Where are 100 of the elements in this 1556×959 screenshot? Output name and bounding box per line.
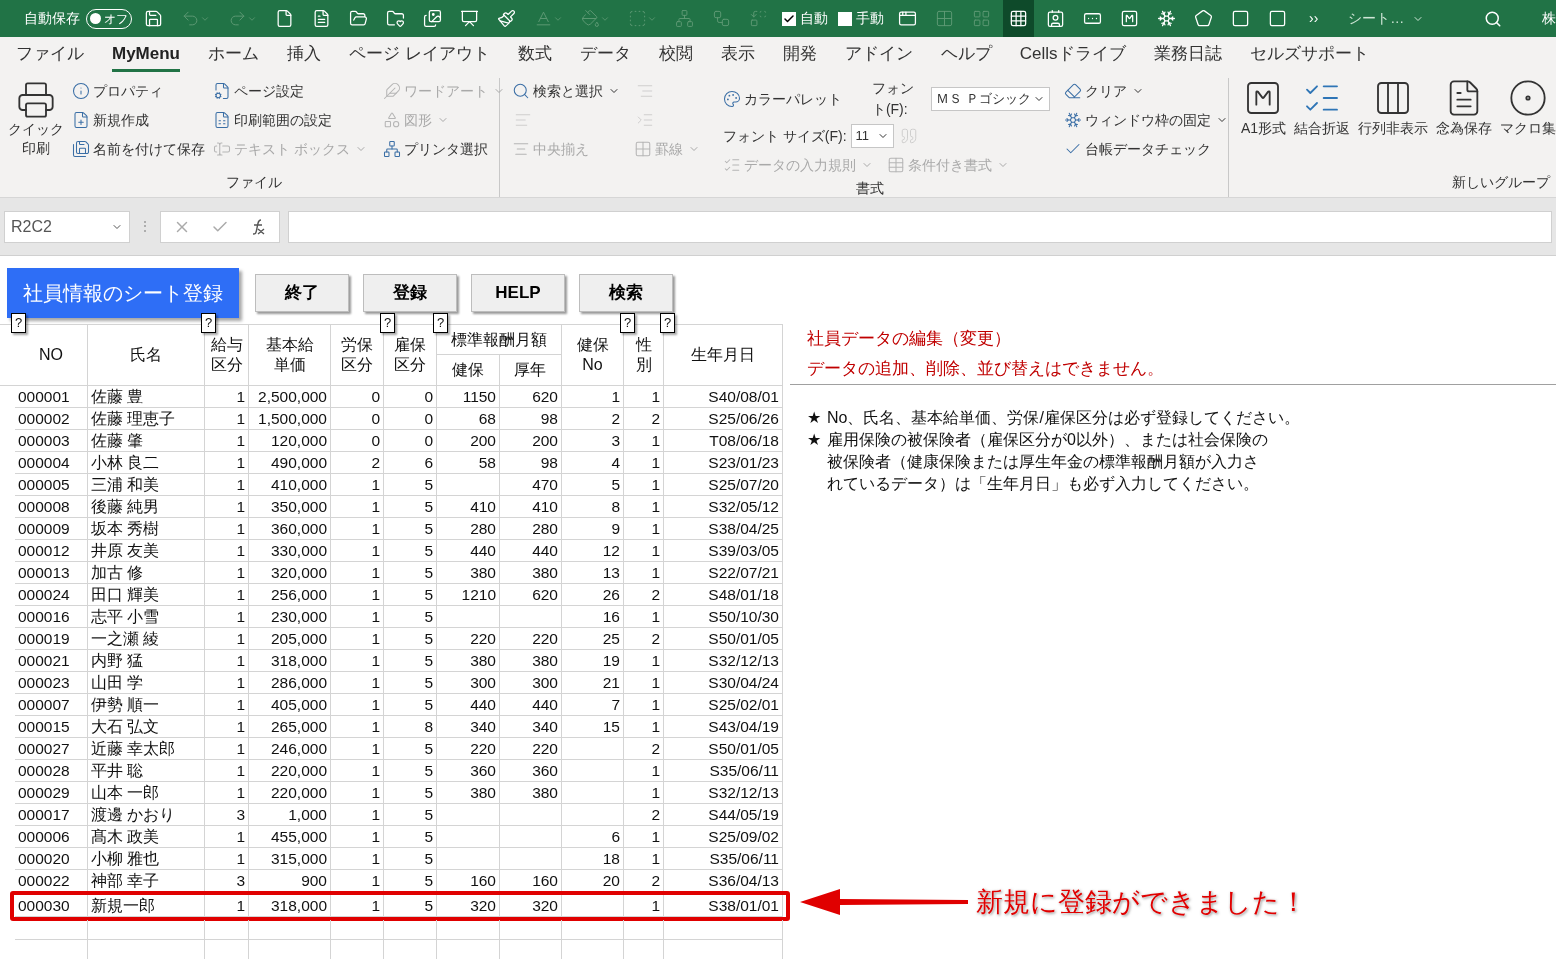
ribbon-button[interactable]: プリンタ選択 bbox=[382, 136, 505, 162]
sheet-button[interactable]: HELP bbox=[471, 274, 565, 312]
table-cell: 280 bbox=[500, 518, 562, 540]
ribbon-tab[interactable]: 業務日誌 bbox=[1153, 40, 1222, 72]
palette-button[interactable]: カラーパレット bbox=[722, 86, 842, 112]
table-cell: 1 bbox=[205, 738, 249, 760]
ribbon-tab[interactable]: 表示 bbox=[720, 40, 755, 72]
table-cell bbox=[500, 920, 562, 940]
ribbon-button[interactable]: 新規作成 bbox=[72, 107, 205, 133]
printer-network-icon bbox=[382, 140, 401, 158]
ribbon-large-button[interactable]: 行列非表示 bbox=[1358, 78, 1428, 172]
note-text: 被保険者（健康保険または厚生年金の標準報酬月額が入力さ bbox=[827, 452, 1260, 472]
sheet-button[interactable]: 登録 bbox=[363, 274, 457, 312]
table-cell: 5 bbox=[384, 870, 437, 892]
more-label[interactable]: ›› bbox=[1299, 8, 1329, 29]
formula-input[interactable] bbox=[288, 210, 1552, 243]
title-button[interactable]: 社員情報のシート登録 bbox=[7, 268, 239, 318]
ribbon-tab[interactable]: 挿入 bbox=[287, 40, 321, 72]
table-cell: 1 bbox=[331, 804, 384, 826]
find-select-button[interactable]: 検索と選択 bbox=[512, 78, 620, 104]
freeze-panes-button[interactable]: ウィンドウ枠の固定 bbox=[1063, 107, 1228, 133]
ribbon-tab[interactable]: ホーム bbox=[208, 40, 259, 72]
table-cell: 1 bbox=[331, 826, 384, 848]
table-cell: 1 bbox=[624, 386, 664, 408]
checkbox[interactable]: 自動 bbox=[780, 8, 830, 29]
table-cell: 350,000 bbox=[249, 496, 331, 518]
help-marker[interactable]: ? bbox=[201, 313, 217, 333]
table-cell: 360,000 bbox=[249, 518, 331, 540]
table-cell: 髙木 政美 bbox=[88, 826, 205, 848]
table-cell: 000020 bbox=[15, 848, 88, 870]
table-cell: 318,000 bbox=[249, 895, 331, 917]
table-cell: S50/01/05 bbox=[664, 738, 783, 760]
table-cell bbox=[500, 804, 562, 826]
data-check-button[interactable]: 台帳データチェック bbox=[1063, 136, 1228, 162]
table-cell: 1 bbox=[205, 672, 249, 694]
help-marker[interactable]: ? bbox=[11, 313, 27, 333]
help-marker[interactable]: ? bbox=[380, 313, 396, 333]
search-icon[interactable] bbox=[1484, 9, 1503, 28]
ribbon-tab[interactable]: 校閲 bbox=[658, 40, 693, 72]
help-marker[interactable]: ? bbox=[433, 313, 449, 333]
name-box[interactable]: R2C2 bbox=[4, 210, 130, 243]
ribbon-large-button[interactable]: A1形式 bbox=[1240, 78, 1286, 172]
ribbon-tab[interactable]: ページ レイアウト bbox=[349, 40, 490, 72]
help-marker[interactable]: ? bbox=[660, 313, 676, 333]
printer-icon bbox=[16, 80, 56, 120]
table-cell: 1 bbox=[624, 650, 664, 672]
note-text: No、氏名、基本給単価、労保/雇保区分は必ず登録してください。 bbox=[827, 408, 1300, 428]
ribbon-large-button[interactable]: 念為保存 bbox=[1436, 78, 1492, 172]
ribbon-tab[interactable]: ヘルプ bbox=[940, 40, 992, 72]
ribbon-button[interactable]: 名前を付けて保存 bbox=[72, 136, 205, 162]
table-cell: 000019 bbox=[15, 628, 88, 650]
clear-button[interactable]: クリア bbox=[1063, 78, 1228, 104]
table-cell: 0 bbox=[331, 430, 384, 452]
table-cell: 286,000 bbox=[249, 672, 331, 694]
table-cell: 1,000 bbox=[249, 804, 331, 826]
table-cell: 5 bbox=[384, 650, 437, 672]
font-size-select[interactable]: 11 bbox=[850, 124, 895, 148]
table-cell: 1 bbox=[205, 782, 249, 804]
ribbon-button[interactable]: プロパティ bbox=[72, 78, 205, 104]
group-label: 書式 bbox=[855, 179, 884, 198]
sheet-button[interactable]: 終了 bbox=[255, 274, 349, 312]
table-cell: 220 bbox=[437, 628, 500, 650]
cut-text: 株 bbox=[1542, 9, 1556, 28]
ribbon-tab[interactable]: 数式 bbox=[517, 40, 552, 72]
note-text: 雇用保険の被保険者（雇保区分が0以外）、または社会保険の bbox=[827, 430, 1268, 450]
help-marker[interactable]: ? bbox=[620, 313, 636, 333]
table-cell: S50/10/30 bbox=[664, 606, 783, 628]
column-header: 健保 bbox=[437, 355, 500, 385]
quick-print-button[interactable]: クイック 印刷 bbox=[8, 78, 64, 172]
table-cell: 000030 bbox=[15, 895, 88, 917]
sheet-button[interactable]: 検索 bbox=[579, 274, 673, 312]
table-cell: 470 bbox=[500, 474, 562, 496]
ribbon-button[interactable]: 印刷範囲の設定 bbox=[213, 107, 367, 133]
table-cell: 000029 bbox=[15, 782, 88, 804]
edit-note: データの追加、削除、並び替えはできません。 bbox=[807, 358, 1165, 380]
ribbon-large-button[interactable]: マクロ集 bbox=[1500, 78, 1556, 172]
ribbon-tab[interactable]: Cellsドライブ bbox=[1019, 40, 1126, 72]
ribbon-large-button[interactable]: 結合折返 bbox=[1294, 78, 1350, 172]
ribbon-tab[interactable]: アドイン bbox=[844, 40, 913, 72]
ribbon-button[interactable]: ページ設定 bbox=[213, 78, 367, 104]
font-select[interactable]: ＭＳ Ｐゴシック bbox=[931, 87, 1050, 111]
table-cell: S43/04/19 bbox=[664, 716, 783, 738]
table-cell: 1 bbox=[331, 870, 384, 892]
note-text: れているデータ）は「生年月日」も必ず入力してください。 bbox=[827, 474, 1260, 494]
table-cell: 1 bbox=[624, 694, 664, 716]
ribbon-tab[interactable]: セルズサポート bbox=[1249, 40, 1369, 72]
checkbox[interactable]: 手動 bbox=[836, 8, 886, 29]
column-header: 健保 No bbox=[576, 335, 609, 375]
table-cell: 5 bbox=[384, 672, 437, 694]
callout-text: 新規に登録ができました！ bbox=[976, 886, 1307, 919]
ribbon-tab[interactable]: 開発 bbox=[782, 40, 817, 72]
table-cell: 320 bbox=[500, 895, 562, 917]
table-icon bbox=[886, 156, 905, 174]
ribbon-tab[interactable]: データ bbox=[579, 40, 631, 72]
table-cell: 410 bbox=[437, 496, 500, 518]
toolbar-button[interactable] bbox=[1003, 0, 1034, 37]
table-cell: 000008 bbox=[15, 496, 88, 518]
freeze-panes-icon bbox=[1063, 111, 1082, 129]
sheet-menu[interactable]: シート… bbox=[1334, 8, 1439, 29]
ribbon-tab[interactable]: ファイル bbox=[16, 40, 84, 72]
